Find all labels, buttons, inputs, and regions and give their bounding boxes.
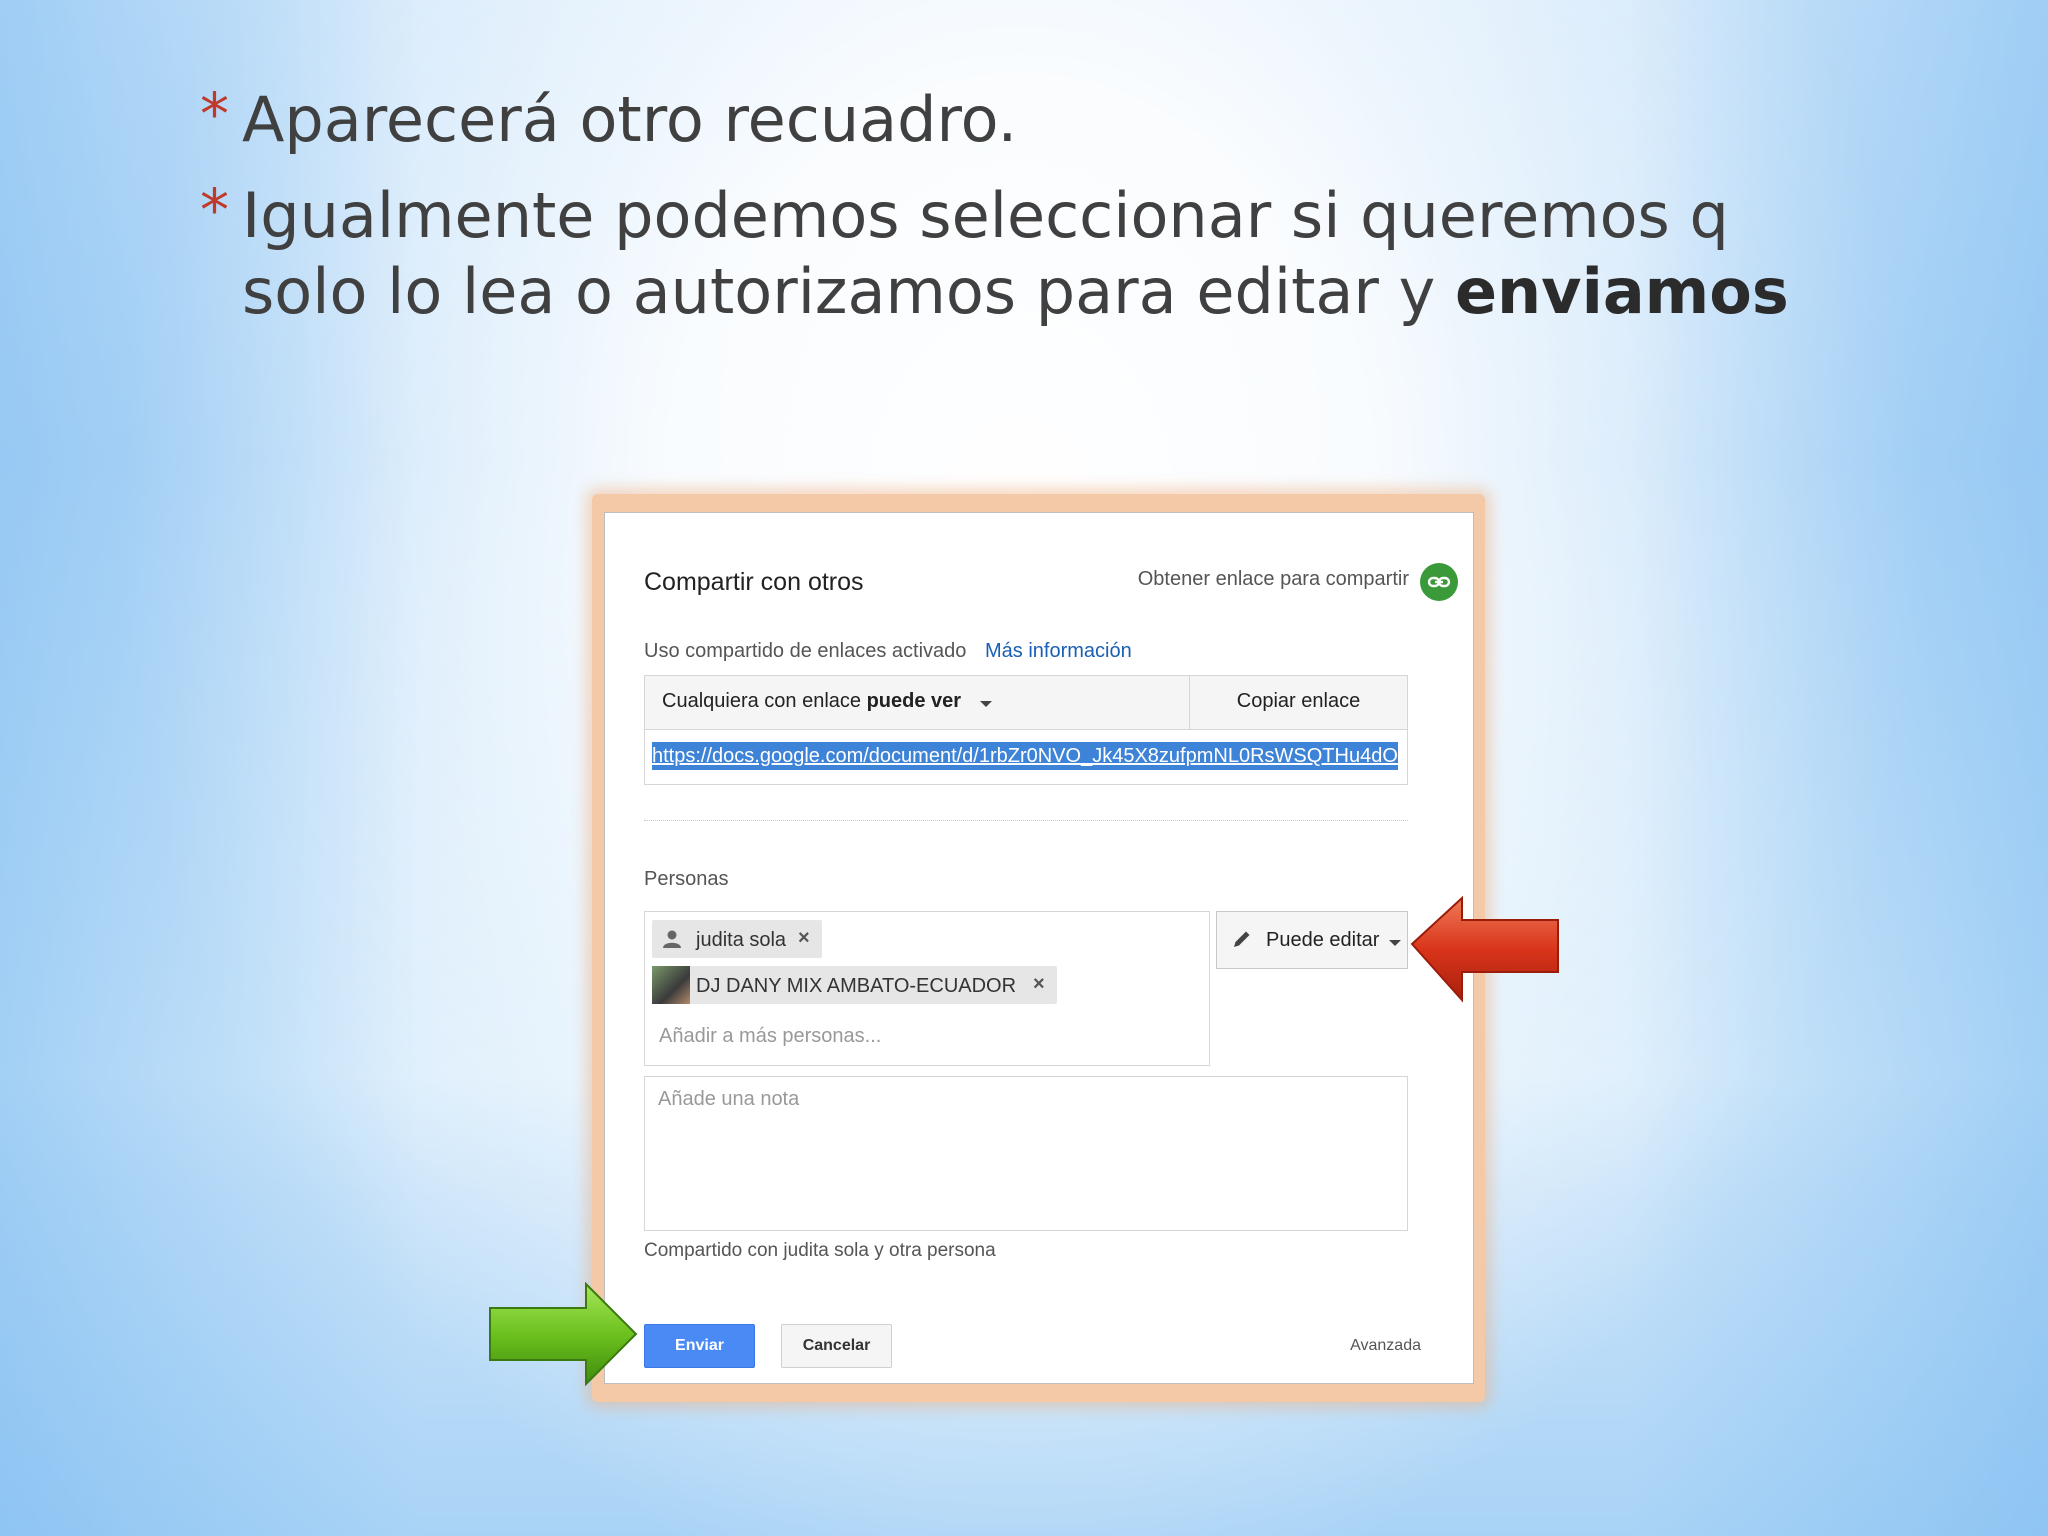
- person-icon: [663, 930, 681, 948]
- advanced-link[interactable]: Avanzada: [1350, 1337, 1421, 1355]
- link-sharing-status: Uso compartido de enlaces activado: [644, 640, 967, 662]
- get-link-label[interactable]: Obtener enlace para compartir: [1138, 568, 1409, 591]
- red-arrow-icon: [1410, 896, 1559, 1003]
- green-arrow-icon: [489, 1282, 638, 1386]
- bullet-star-icon: *: [200, 176, 229, 244]
- link-permission-text: Cualquiera con enlace puede ver: [662, 690, 962, 712]
- avatar: [652, 966, 690, 1004]
- bullet-1: * Aparecerá otro recuadro.: [200, 80, 1820, 158]
- dialog-title: Compartir con otros: [644, 568, 864, 596]
- divider: [644, 820, 1408, 821]
- add-people-input[interactable]: Añadir a más personas...: [659, 1025, 881, 1048]
- chevron-down-icon: [1389, 940, 1401, 946]
- copy-link-button[interactable]: Copiar enlace: [1190, 676, 1407, 730]
- people-input-box[interactable]: judita sola × DJ DANY MIX AMBATO-ECUADOR…: [644, 911, 1210, 1066]
- people-label: Personas: [644, 868, 729, 890]
- link-sharing-box: Cualquiera con enlace puede ver Copiar e…: [644, 675, 1408, 785]
- shared-with-text: Compartido con judita sola y otra person…: [644, 1240, 996, 1261]
- bullet-2-bold-text: enviamos: [1454, 255, 1789, 328]
- share-url-field[interactable]: https://docs.google.com/document/d/1rbZr…: [652, 742, 1398, 770]
- note-textarea[interactable]: Añade una nota: [644, 1076, 1408, 1231]
- person-chip: judita sola ×: [652, 920, 822, 958]
- remove-person-icon[interactable]: ×: [1033, 973, 1045, 996]
- slide-bullets: * Aparecerá otro recuadro. * Igualmente …: [200, 80, 1820, 350]
- person-chip-name: judita sola: [696, 929, 787, 951]
- link-icon[interactable]: [1420, 563, 1458, 601]
- more-info-link[interactable]: Más información: [985, 640, 1132, 663]
- send-button[interactable]: Enviar: [644, 1324, 755, 1368]
- bullet-star-icon: *: [200, 80, 229, 148]
- cancel-button[interactable]: Cancelar: [781, 1324, 892, 1368]
- share-dialog: Compartir con otros Obtener enlace para …: [604, 512, 1474, 1384]
- pencil-icon: [1234, 931, 1250, 947]
- bullet-2: * Igualmente podemos seleccionar si quer…: [200, 176, 1820, 330]
- person-chip: DJ DANY MIX AMBATO-ECUADOR ×: [652, 966, 1057, 1004]
- remove-person-icon[interactable]: ×: [798, 927, 810, 950]
- bullet-1-text: Aparecerá otro recuadro.: [242, 83, 1018, 156]
- person-chip-name: DJ DANY MIX AMBATO-ECUADOR: [696, 975, 1017, 997]
- people-permission-dropdown[interactable]: Puede editar: [1216, 911, 1408, 969]
- link-permission-dropdown[interactable]: Cualquiera con enlace puede ver: [645, 676, 1190, 730]
- chevron-down-icon: [980, 701, 992, 707]
